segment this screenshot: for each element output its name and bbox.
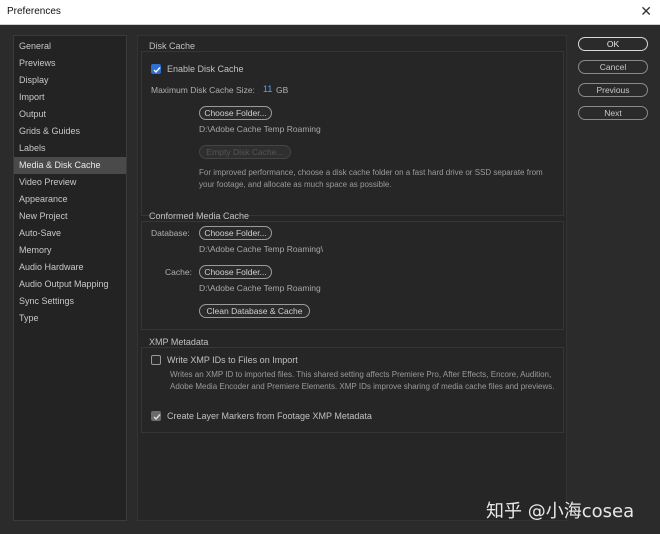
write-xmp-ids-label: Write XMP IDs to Files on Import	[167, 355, 298, 365]
conformed-media-cache-section: Conformed Media Cache Database: Choose F…	[141, 211, 564, 330]
sidebar-item-video-preview[interactable]: Video Preview	[14, 174, 126, 191]
write-xmp-ids-description: Writes an XMP ID to imported files. This…	[170, 370, 555, 391]
settings-panel: Disk Cache Enable Disk Cache Maximum Dis…	[137, 35, 567, 521]
enable-disk-cache-label: Enable Disk Cache	[167, 64, 244, 74]
sidebar-item-labels[interactable]: Labels	[14, 140, 126, 157]
previous-button[interactable]: Previous	[578, 83, 648, 97]
sidebar-item-import[interactable]: Import	[14, 89, 126, 106]
max-cache-size-label: Maximum Disk Cache Size:	[151, 85, 255, 95]
layer-markers-checkbox[interactable]	[151, 411, 161, 421]
database-choose-folder-button[interactable]: Choose Folder...	[199, 226, 272, 240]
write-xmp-ids-checkbox[interactable]	[151, 355, 161, 365]
disk-cache-choose-folder-button[interactable]: Choose Folder...	[199, 106, 272, 120]
sidebar-item-audio-hardware[interactable]: Audio Hardware	[14, 259, 126, 276]
watermark-text: 知乎 @小海cosea	[486, 501, 635, 522]
cache-label: Cache:	[165, 267, 192, 277]
title-bar: Preferences ✕	[0, 0, 660, 25]
xmp-metadata-section: XMP Metadata Write XMP IDs to Files on I…	[141, 337, 564, 433]
enable-disk-cache-checkbox[interactable]	[151, 64, 161, 74]
cache-choose-folder-button[interactable]: Choose Folder...	[199, 265, 272, 279]
sidebar-item-auto-save[interactable]: Auto-Save	[14, 225, 126, 242]
max-cache-size-value[interactable]: 11	[263, 84, 272, 94]
sidebar-item-output[interactable]: Output	[14, 106, 126, 123]
sidebar-item-previews[interactable]: Previews	[14, 55, 126, 72]
preferences-category-list: General Previews Display Import Output G…	[13, 35, 127, 521]
sidebar-item-grids-guides[interactable]: Grids & Guides	[14, 123, 126, 140]
sidebar-item-appearance[interactable]: Appearance	[14, 191, 126, 208]
section-title: Disk Cache	[149, 41, 196, 51]
max-cache-size-unit: GB	[276, 85, 289, 95]
sidebar-item-type[interactable]: Type	[14, 310, 126, 327]
next-button[interactable]: Next	[578, 106, 648, 120]
sidebar-item-media-disk-cache[interactable]: Media & Disk Cache	[14, 157, 126, 174]
cancel-button[interactable]: Cancel	[578, 60, 648, 74]
empty-disk-cache-button[interactable]: Empty Disk Cache...	[199, 145, 291, 159]
checkmark-icon	[153, 67, 161, 74]
close-icon[interactable]: ✕	[640, 3, 652, 19]
sidebar-item-general[interactable]: General	[14, 38, 126, 55]
section-title: Conformed Media Cache	[149, 211, 250, 221]
ok-button[interactable]: OK	[578, 37, 648, 51]
clean-database-cache-button[interactable]: Clean Database & Cache	[199, 304, 310, 318]
database-label: Database:	[151, 228, 190, 238]
checkmark-icon	[153, 414, 161, 421]
sidebar-item-display[interactable]: Display	[14, 72, 126, 89]
cache-path: D:\Adobe Cache Temp Roaming	[199, 283, 321, 293]
sidebar-item-memory[interactable]: Memory	[14, 242, 126, 259]
disk-cache-folder-path: D:\Adobe Cache Temp Roaming	[199, 124, 321, 134]
disk-cache-section: Disk Cache Enable Disk Cache Maximum Dis…	[141, 41, 564, 216]
database-path: D:\Adobe Cache Temp Roaming\	[199, 244, 324, 254]
sidebar-item-audio-output-mapping[interactable]: Audio Output Mapping	[14, 276, 126, 293]
section-title: XMP Metadata	[149, 337, 209, 347]
disk-cache-hint: For improved performance, choose a disk …	[199, 168, 543, 189]
sidebar-item-new-project[interactable]: New Project	[14, 208, 126, 225]
layer-markers-label: Create Layer Markers from Footage XMP Me…	[167, 411, 372, 421]
window-title: Preferences	[7, 6, 61, 17]
sidebar-item-sync-settings[interactable]: Sync Settings	[14, 293, 126, 310]
